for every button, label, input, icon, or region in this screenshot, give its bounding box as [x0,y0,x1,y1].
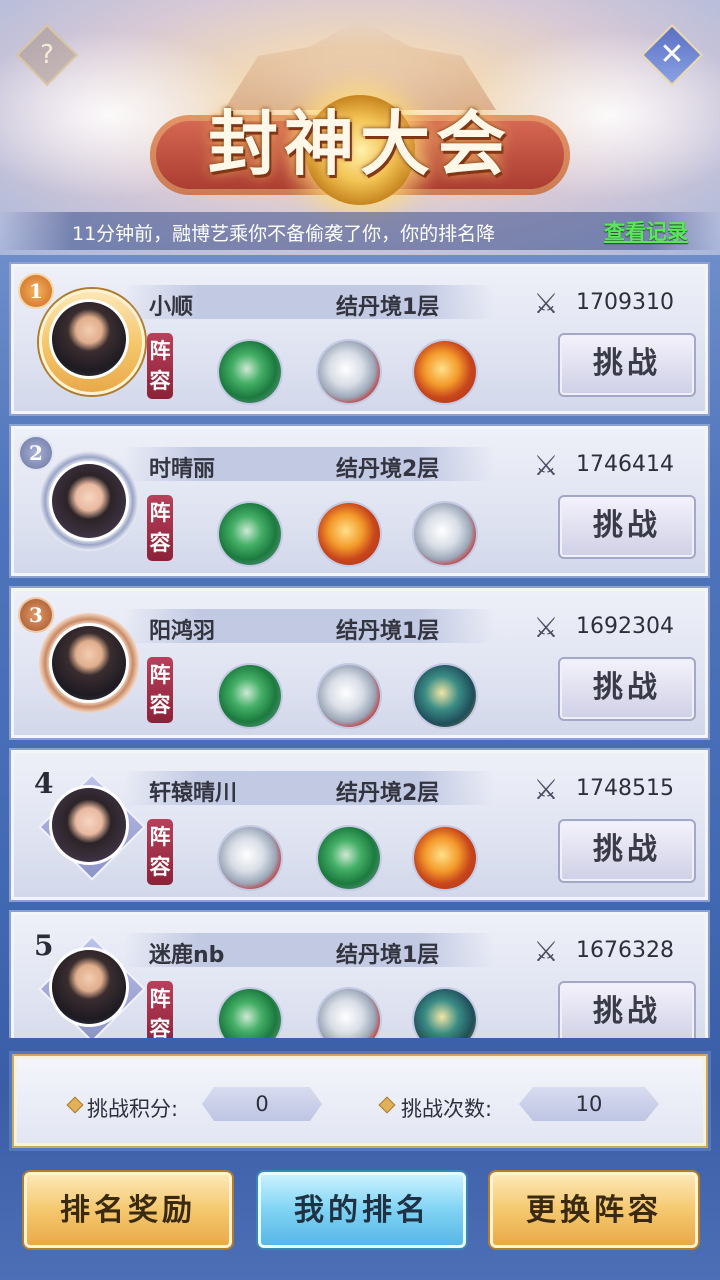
player-name: 阳鸿羽 [149,619,216,644]
white-tiger-icon[interactable] [414,503,476,565]
player-card: 1 小顺 结丹境1层 ⚔ 1709310 阵容 挑战 [11,264,708,414]
combat-power: 1692304 [576,614,674,639]
crossed-swords-icon: ⚔ [533,287,559,320]
green-dragon-icon[interactable] [219,989,281,1038]
white-tiger-icon[interactable] [318,989,380,1038]
player-card: 5 迷鹿nb 结丹境1层 ⚔ 1676328 阵容 挑战 [11,912,708,1038]
white-tiger-icon[interactable] [219,827,281,889]
count-label: 挑战次数: [401,1097,493,1121]
lineup-tag: 阵容 [147,333,173,399]
lineup-tag: 阵容 [147,981,173,1038]
white-tiger-icon[interactable] [318,665,380,727]
question-icon: ? [40,40,54,70]
crossed-swords-icon: ⚔ [533,611,559,644]
white-tiger-icon[interactable] [318,341,380,403]
player-realm: 结丹境2层 [336,457,440,482]
player-card: 4 轩辕晴川 结丹境2层 ⚔ 1748515 阵容 挑战 [11,750,708,900]
close-icon: ✕ [659,37,685,72]
player-name: 迷鹿nb [149,943,225,968]
rank-badge: 1 [20,275,52,307]
my-rank-button[interactable]: 我的排名 [258,1172,466,1248]
notice-text: 11分钟前，融博艺乘你不备偷袭了你，你的排名降 [72,223,496,245]
red-dragon-icon[interactable] [318,503,380,565]
green-dragon-icon[interactable] [219,341,281,403]
lineup-tag: 阵容 [147,495,173,561]
green-dragon-icon[interactable] [318,827,380,889]
teal-beast-icon[interactable] [414,665,476,727]
red-dragon-icon[interactable] [414,827,476,889]
player-realm: 结丹境1层 [336,619,440,644]
avatar[interactable] [52,950,126,1024]
player-name: 轩辕晴川 [149,781,238,806]
change-lineup-button[interactable]: 更换阵容 [490,1172,698,1248]
ranking-list[interactable]: 1 小顺 结丹境1层 ⚔ 1709310 阵容 挑战 2 时晴丽 结丹境2层 ⚔… [0,258,720,1038]
player-realm: 结丹境2层 [336,781,440,806]
challenge-button[interactable]: 挑战 [558,333,696,397]
crossed-swords-icon: ⚔ [533,449,559,482]
view-record-link[interactable]: 查看记录 [604,216,688,246]
player-name: 时晴丽 [149,457,216,482]
page-title: 封神大会 [208,102,512,185]
avatar[interactable] [52,302,126,376]
diamond-bullet-icon [66,1096,84,1114]
points-label: 挑战积分: [87,1097,179,1121]
player-card: 3 阳鸿羽 结丹境1层 ⚔ 1692304 阵容 挑战 [11,588,708,738]
combat-power: 1746414 [576,452,674,477]
crossed-swords-icon: ⚔ [533,773,559,806]
combat-power: 1676328 [576,938,674,963]
challenge-button[interactable]: 挑战 [558,819,696,883]
rank-number: 5 [34,929,54,962]
count-value: 10 [519,1087,659,1121]
player-realm: 结丹境1层 [336,295,440,320]
challenge-button[interactable]: 挑战 [558,981,696,1038]
teal-beast-icon[interactable] [414,989,476,1038]
diamond-bullet-icon [378,1096,396,1114]
rank-reward-button[interactable]: 排名奖励 [24,1172,232,1248]
combat-power: 1709310 [576,290,674,315]
green-dragon-icon[interactable] [219,665,281,727]
avatar[interactable] [52,464,126,538]
lineup-tag: 阵容 [147,819,173,885]
avatar[interactable] [52,626,126,700]
player-card: 2 时晴丽 结丹境2层 ⚔ 1746414 阵容 挑战 [11,426,708,576]
challenge-button[interactable]: 挑战 [558,495,696,559]
crossed-swords-icon: ⚔ [533,935,559,968]
points-value: 0 [202,1087,322,1121]
challenge-button[interactable]: 挑战 [558,657,696,721]
lineup-tag: 阵容 [147,657,173,723]
green-dragon-icon[interactable] [219,503,281,565]
rank-badge: 2 [20,437,52,469]
rank-badge: 3 [20,599,52,631]
player-realm: 结丹境1层 [336,943,440,968]
avatar[interactable] [52,788,126,862]
challenge-stats-panel: 挑战积分: 0 挑战次数: 10 [14,1056,706,1146]
red-dragon-icon[interactable] [414,341,476,403]
player-name: 小顺 [149,295,194,320]
rank-number: 4 [34,767,54,800]
combat-power: 1748515 [576,776,674,801]
